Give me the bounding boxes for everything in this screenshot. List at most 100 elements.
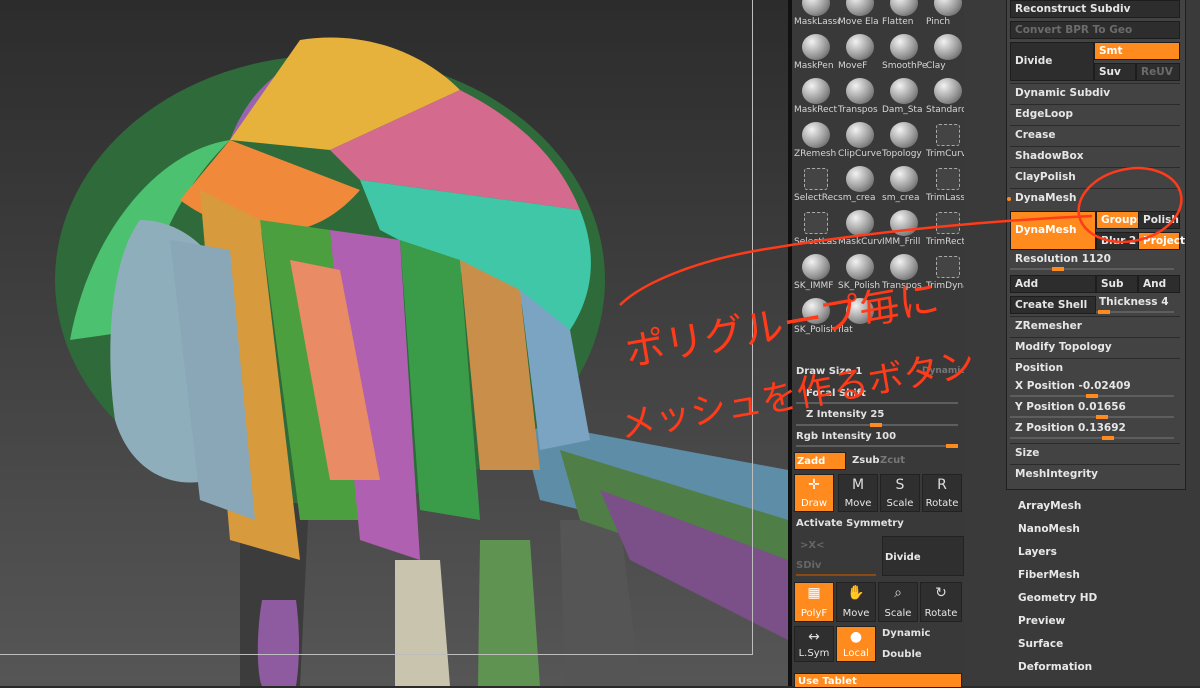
- subtool-layers[interactable]: Layers: [1018, 546, 1057, 558]
- scale-gizmo-button[interactable]: ⌕ Scale: [878, 582, 918, 622]
- brush-18[interactable]: sm_crea: [882, 164, 926, 206]
- shadowbox-section[interactable]: ShadowBox: [1015, 150, 1084, 162]
- reuv-button[interactable]: ReUV: [1136, 63, 1180, 81]
- brush-4[interactable]: MaskPen: [794, 32, 838, 74]
- focal-shift-slider[interactable]: [796, 402, 958, 404]
- brush-14[interactable]: Topology: [882, 120, 926, 162]
- dynamesh-button[interactable]: DynaMesh: [1010, 211, 1096, 250]
- rgb-intensity-slider[interactable]: [796, 445, 958, 447]
- lsym-button[interactable]: ↔ L.Sym: [794, 626, 834, 662]
- activate-symmetry-button[interactable]: Activate Symmetry: [796, 518, 904, 529]
- polyf-button[interactable]: ▦ PolyF: [794, 582, 834, 622]
- dynamesh-section[interactable]: DynaMesh: [1015, 192, 1076, 204]
- and-button[interactable]: And: [1138, 275, 1180, 293]
- claypolish-section[interactable]: ClayPolish: [1015, 171, 1076, 183]
- y-position-slider[interactable]: Y Position 0.01656: [1015, 401, 1126, 413]
- dynamic-button[interactable]: Dynamic: [882, 628, 930, 639]
- rotate-gizmo-button[interactable]: ↻ Rotate: [920, 582, 962, 622]
- subtool-arraymesh[interactable]: ArrayMesh: [1018, 500, 1081, 512]
- brush-25[interactable]: SK_Polish: [838, 252, 882, 294]
- zremesher-section[interactable]: ZRemesher: [1015, 320, 1082, 332]
- z-intensity-knob[interactable]: [870, 423, 882, 427]
- brush-24[interactable]: SK_IMMF: [794, 252, 838, 294]
- meshintegrity-section[interactable]: MeshIntegrity: [1015, 468, 1098, 480]
- subtool-preview[interactable]: Preview: [1018, 615, 1065, 627]
- brush-icon: [802, 254, 830, 280]
- rotate-button[interactable]: R Rotate: [922, 474, 962, 512]
- draw-icon: ✛: [808, 477, 820, 493]
- brush-29[interactable]: flat: [838, 296, 882, 338]
- convert-bpr-button[interactable]: Convert BPR To Geo: [1010, 21, 1180, 39]
- dynamic-subdiv-section[interactable]: Dynamic Subdiv: [1015, 87, 1110, 99]
- y-position-knob[interactable]: [1096, 415, 1108, 419]
- smt-toggle[interactable]: Smt: [1094, 42, 1180, 60]
- brush-22[interactable]: IMM_Frill: [882, 208, 926, 250]
- brush-13[interactable]: ClipCurve: [838, 120, 882, 162]
- move-gizmo-button[interactable]: ✋ Move: [836, 582, 876, 622]
- brush-21[interactable]: MaskCurv: [838, 208, 882, 250]
- x-axis-toggle[interactable]: >X<: [800, 540, 824, 551]
- brush-1[interactable]: Move Ela: [838, 0, 882, 30]
- create-shell-button[interactable]: Create Shell: [1010, 296, 1096, 314]
- suv-toggle[interactable]: Suv: [1094, 63, 1136, 81]
- brush-16[interactable]: SelectRec: [794, 164, 838, 206]
- z-position-slider[interactable]: Z Position 0.13692: [1015, 422, 1126, 434]
- divide-button[interactable]: Divide: [1010, 42, 1094, 81]
- brush-label: SK_Polish: [794, 325, 837, 335]
- crease-section[interactable]: Crease: [1015, 129, 1055, 141]
- z-position-knob[interactable]: [1102, 436, 1114, 440]
- subtool-nanomesh[interactable]: NanoMesh: [1018, 523, 1080, 535]
- y-position-track[interactable]: [1010, 416, 1174, 418]
- resolution-slider[interactable]: Resolution 1120: [1015, 253, 1111, 265]
- resolution-track[interactable]: [1010, 268, 1174, 270]
- subtool-geometry-hd[interactable]: Geometry HD: [1018, 592, 1097, 604]
- palette-divide-button[interactable]: Divide: [882, 536, 964, 576]
- blur-slider[interactable]: Blur 2: [1096, 232, 1140, 250]
- sdiv-slider[interactable]: [796, 574, 876, 576]
- separator: [1010, 464, 1180, 465]
- brush-8[interactable]: MaskRect: [794, 76, 838, 118]
- sub-button[interactable]: Sub: [1096, 275, 1138, 293]
- brush-26[interactable]: Transpos: [882, 252, 926, 294]
- move-button[interactable]: M Move: [838, 474, 878, 512]
- x-position-knob[interactable]: [1086, 394, 1098, 398]
- thickness-knob[interactable]: [1098, 310, 1110, 314]
- project-toggle[interactable]: Project: [1138, 232, 1185, 250]
- rgb-intensity-knob[interactable]: [946, 444, 958, 448]
- magnify-icon: ⌕: [894, 585, 902, 601]
- brush-20[interactable]: SelectLas: [794, 208, 838, 250]
- reconstruct-subdiv-button[interactable]: Reconstruct Subdiv: [1010, 0, 1180, 18]
- subtool-deformation[interactable]: Deformation: [1018, 661, 1092, 673]
- thickness-slider[interactable]: Thickness 4: [1099, 296, 1169, 308]
- brush-6[interactable]: SmoothPe: [882, 32, 927, 74]
- subtool-fibermesh[interactable]: FiberMesh: [1018, 569, 1080, 581]
- brush-17[interactable]: sm_crea: [838, 164, 882, 206]
- viewport-canvas[interactable]: [0, 0, 788, 686]
- brush-10[interactable]: Dam_Sta: [882, 76, 926, 118]
- brush-5[interactable]: MoveF: [838, 32, 882, 74]
- modify-topology-section[interactable]: Modify Topology: [1015, 341, 1112, 353]
- position-section[interactable]: Position: [1015, 362, 1063, 374]
- x-position-slider[interactable]: X Position -0.02409: [1015, 380, 1131, 392]
- double-button[interactable]: Double: [882, 649, 922, 660]
- z-position-track[interactable]: [1010, 437, 1174, 439]
- subtool-surface[interactable]: Surface: [1018, 638, 1063, 650]
- brush-12[interactable]: ZRemesh: [794, 120, 838, 162]
- local-button[interactable]: ● Local: [836, 626, 876, 662]
- draw-button[interactable]: ✛ Draw: [794, 474, 834, 512]
- dynamic-toggle[interactable]: Dynamic: [922, 366, 966, 376]
- brush-9[interactable]: Transpos: [838, 76, 882, 118]
- add-button[interactable]: Add: [1010, 275, 1096, 293]
- groups-toggle[interactable]: Groups: [1096, 211, 1143, 229]
- edgeloop-section[interactable]: EdgeLoop: [1015, 108, 1073, 120]
- brush-2[interactable]: Flatten: [882, 0, 926, 30]
- size-section[interactable]: Size: [1015, 447, 1039, 459]
- scale-button[interactable]: S Scale: [880, 474, 920, 512]
- zadd-button[interactable]: Zadd: [794, 452, 846, 470]
- brush-28[interactable]: SK_Polish: [794, 296, 838, 338]
- zcut-button[interactable]: Zcut: [880, 455, 905, 466]
- brush-0[interactable]: MaskLasso: [794, 0, 840, 30]
- zsub-button[interactable]: Zsub: [852, 455, 879, 466]
- polish-toggle[interactable]: Polish: [1138, 211, 1180, 229]
- resolution-knob[interactable]: [1052, 267, 1064, 271]
